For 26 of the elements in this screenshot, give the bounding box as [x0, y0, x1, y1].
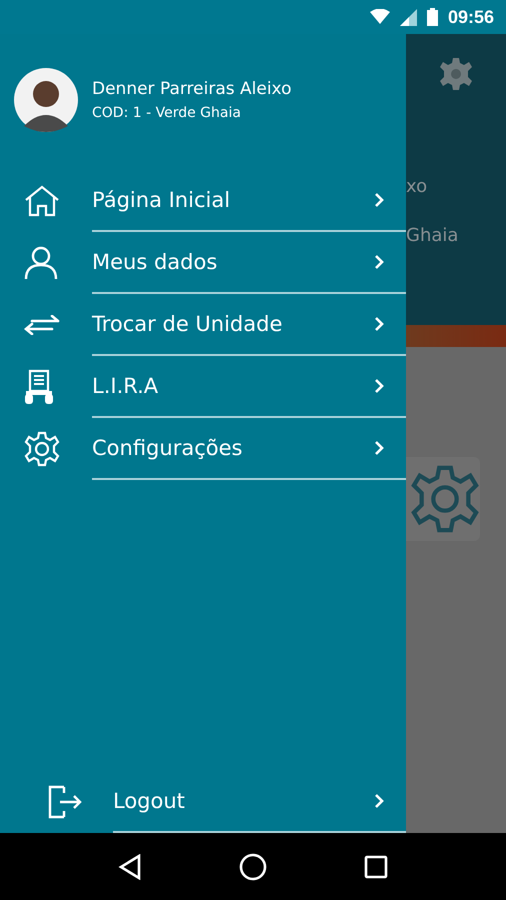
- swap-arrows-icon: [24, 315, 60, 335]
- header-text: Ghaia: [406, 225, 458, 246]
- chevron-right-icon: [374, 378, 384, 394]
- header-text: xo: [406, 176, 428, 197]
- chevron-right-icon: [374, 793, 384, 809]
- settings-icon: [24, 431, 60, 467]
- home-icon: [24, 185, 60, 217]
- chevron-right-icon: [374, 440, 384, 456]
- chevron-right-icon: [374, 254, 384, 270]
- home-button-icon[interactable]: [238, 852, 267, 880]
- recents-icon[interactable]: [364, 854, 388, 878]
- logout-icon: [48, 785, 82, 819]
- user-name: Denner Parreiras Aleixo: [92, 79, 292, 99]
- chevron-right-icon: [374, 192, 384, 208]
- document-cart-icon: [24, 369, 54, 405]
- settings-icon: [410, 464, 480, 534]
- avatar-icon: [14, 68, 78, 132]
- battery-icon: [426, 8, 438, 26]
- status-time: 09:56: [448, 6, 494, 28]
- settings-icon: [438, 56, 474, 92]
- back-icon[interactable]: [118, 854, 142, 880]
- chevron-right-icon: [374, 316, 384, 332]
- signal-icon: [400, 8, 417, 26]
- wifi-icon: [370, 9, 390, 25]
- user-code: COD: 1 - Verde Ghaia: [92, 105, 242, 121]
- person-icon: [24, 246, 58, 280]
